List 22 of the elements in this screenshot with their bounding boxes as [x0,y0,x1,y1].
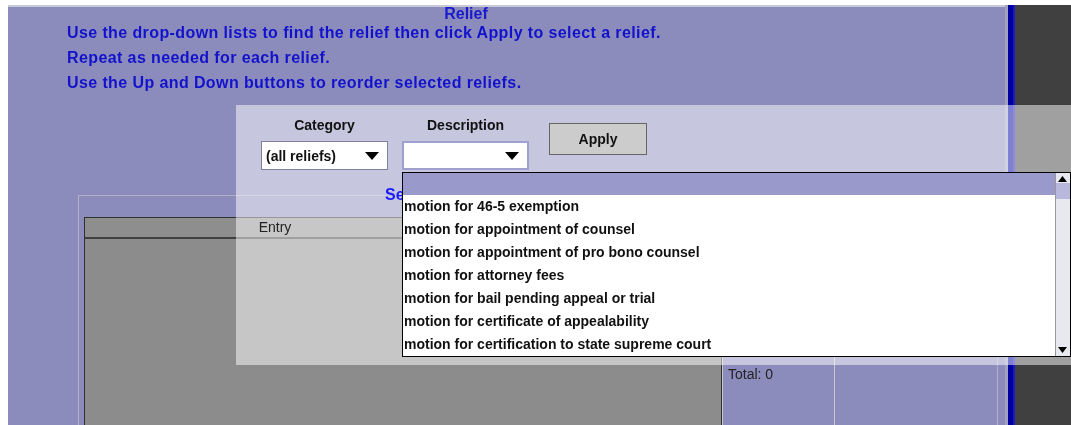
category-dropdown[interactable]: (all reliefs) [261,141,388,170]
field-label: Description [427,117,504,134]
dropdown-arrow-icon [505,151,519,160]
instruction-text: Use the drop-down lists to find the relief then click Apply to select a relief. [67,23,662,43]
dropdown-arrow-icon [365,151,379,160]
list-item[interactable]: motion for certification to state supreme court [403,333,1055,356]
panel-title: Relief [443,5,489,23]
scrollbar[interactable] [1055,173,1070,356]
scroll-thumb[interactable] [1056,183,1070,199]
total-count: Total: 0 [728,366,774,382]
scroll-down-icon[interactable] [1056,344,1069,356]
list-item[interactable]: motion for attorney fees [403,264,1055,287]
list-item[interactable]: motion for 46-5 exemption [403,195,1055,218]
instruction-text: Use the Up and Down buttons to reorder selected reliefs. [67,73,523,93]
list-item[interactable]: motion for bail pending appeal or trial [403,287,1055,310]
list-item[interactable]: motion for appointment of counsel [403,218,1055,241]
scroll-up-icon[interactable] [1056,173,1069,185]
list-item[interactable]: motion for certificate of appealability [403,310,1055,333]
field-label: Category [294,117,355,134]
list-item[interactable]: motion for appointment of pro bono counsel [403,241,1055,264]
apply-button[interactable]: Apply [549,123,647,155]
instruction-text: Repeat as needed for each relief. [67,48,332,68]
